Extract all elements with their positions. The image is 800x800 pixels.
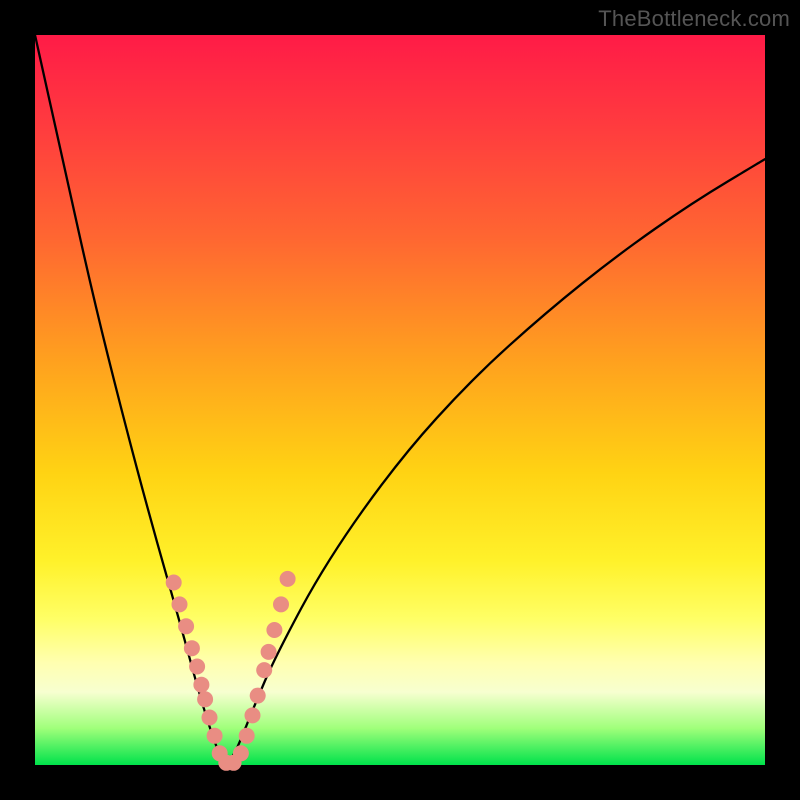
curve-marker-dot (178, 618, 194, 634)
bottleneck-curve (35, 35, 765, 763)
curve-marker-dot (202, 710, 218, 726)
curve-layer (35, 35, 765, 765)
curve-marker-dot (189, 659, 205, 675)
curve-marker-dot (250, 688, 266, 704)
curve-marker-dot (166, 575, 182, 591)
curve-marker-dot (233, 745, 249, 761)
curve-marker-dot (172, 596, 188, 612)
curve-marker-dot (239, 728, 255, 744)
curve-marker-dot (245, 707, 261, 723)
curve-marker-dot (273, 596, 289, 612)
curve-marker-dot (193, 677, 209, 693)
curve-markers (166, 571, 296, 771)
curve-marker-dot (197, 691, 213, 707)
curve-marker-dot (261, 644, 277, 660)
curve-marker-dot (207, 728, 223, 744)
curve-marker-dot (280, 571, 296, 587)
chart-frame: TheBottleneck.com (0, 0, 800, 800)
curve-marker-dot (256, 662, 272, 678)
curve-marker-dot (184, 640, 200, 656)
watermark-text: TheBottleneck.com (598, 6, 790, 32)
plot-area (35, 35, 765, 765)
curve-marker-dot (266, 622, 282, 638)
